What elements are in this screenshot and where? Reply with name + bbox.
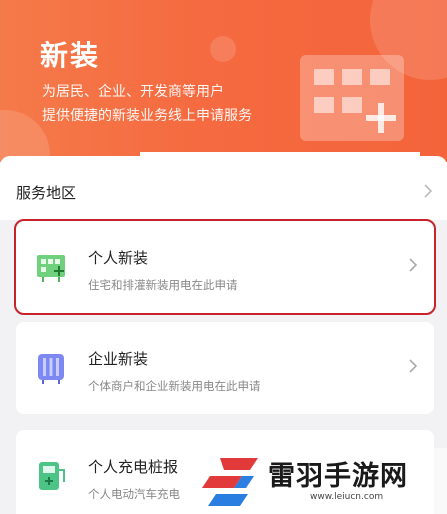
watermark-url: www.leiucn.com bbox=[310, 492, 384, 502]
service-title: 个人充电桩报 bbox=[88, 458, 179, 476]
watermark-text: 雷羽手游网 bbox=[268, 461, 408, 492]
green-meter-icon bbox=[37, 255, 65, 282]
service-card-personal-install[interactable]: 个人新装 住宅和排灌新装用电在此申请 bbox=[14, 219, 436, 315]
watermark-logo-icon bbox=[202, 458, 258, 506]
chevron-right-icon bbox=[409, 258, 418, 272]
banner-title: 新装 bbox=[40, 39, 101, 72]
service-subtitle: 个体商户和企业新装用电在此申请 bbox=[88, 379, 261, 393]
banner-desc-line2: 提供便捷的新装业务线上申请服务 bbox=[42, 108, 252, 124]
service-region-label: 服务地区 bbox=[16, 184, 77, 202]
redaction-mask bbox=[140, 152, 420, 174]
banner-desc-line1: 为居民、企业、开发商等用户 bbox=[42, 84, 224, 100]
service-card-enterprise-install[interactable]: 企业新装 个体商户和企业新装用电在此申请 bbox=[16, 322, 434, 414]
banner-description: 为居民、企业、开发商等用户 提供便捷的新装业务线上申请服务 bbox=[42, 80, 252, 128]
site-watermark: 雷羽手游网 www.leiucn.com bbox=[198, 448, 447, 514]
new-install-banner: 新装 为居民、企业、开发商等用户 提供便捷的新装业务线上申请服务 bbox=[0, 0, 447, 162]
charging-pile-icon bbox=[39, 462, 65, 490]
decor-bubble bbox=[210, 36, 236, 62]
chevron-right-icon bbox=[424, 184, 433, 198]
building-illustration-icon bbox=[300, 55, 404, 141]
purple-meter-icon bbox=[38, 354, 64, 384]
chevron-right-icon bbox=[409, 359, 418, 373]
service-title: 企业新装 bbox=[88, 350, 149, 368]
redaction-mask bbox=[118, 174, 418, 224]
service-title: 个人新装 bbox=[88, 249, 149, 267]
service-region-row[interactable]: 服务地区 bbox=[0, 152, 447, 224]
service-subtitle: 住宅和排灌新装用电在此申请 bbox=[88, 278, 238, 292]
service-subtitle: 个人电动汽车充电 bbox=[88, 487, 180, 501]
